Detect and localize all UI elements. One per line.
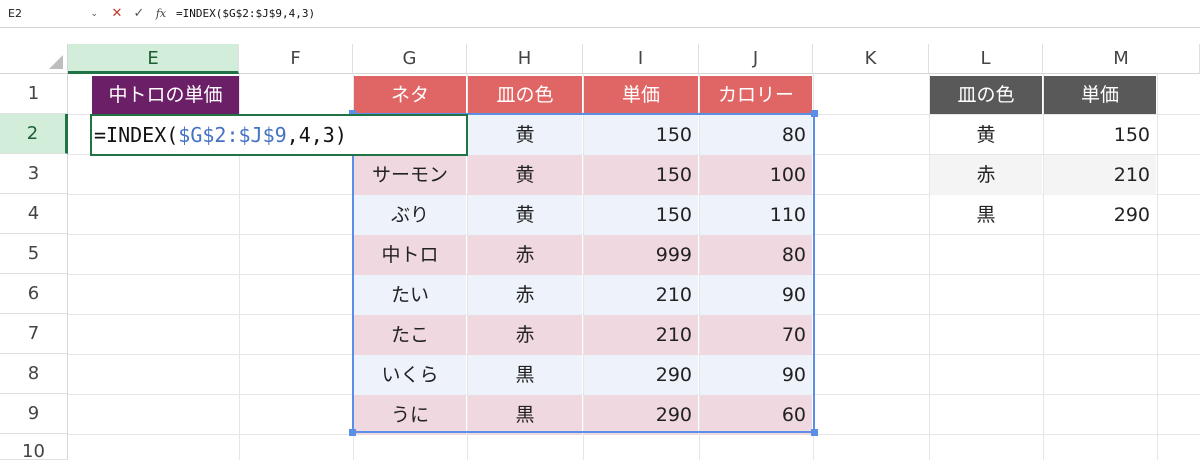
row-header-6[interactable]: 6 xyxy=(0,274,68,314)
row-header-2[interactable]: 2 xyxy=(0,114,68,154)
range-handle[interactable] xyxy=(349,429,356,436)
cell-j1[interactable]: カロリー xyxy=(700,76,812,114)
table-cell-kcal[interactable]: 90 xyxy=(700,275,812,315)
table-cell-price[interactable]: 210 xyxy=(1044,155,1156,195)
cell-i1[interactable]: 単価 xyxy=(584,76,698,114)
chevron-down-icon[interactable]: ⌄ xyxy=(90,4,98,24)
table-cell-color[interactable]: 赤 xyxy=(468,235,582,275)
table-cell-price[interactable]: 290 xyxy=(584,395,698,435)
table-cell-price[interactable]: 150 xyxy=(584,195,698,235)
name-box-value: E2 xyxy=(8,7,22,20)
range-handle[interactable] xyxy=(811,110,818,117)
range-handle[interactable] xyxy=(811,429,818,436)
column-header-m[interactable]: M xyxy=(1043,44,1200,74)
cell-e2-editor[interactable]: =INDEX($G$2:$J$9,4,3) xyxy=(90,114,468,156)
table-cell-price[interactable]: 210 xyxy=(584,315,698,355)
table-cell-neta[interactable]: サーモン xyxy=(354,155,466,195)
table-cell-kcal[interactable]: 110 xyxy=(700,195,812,235)
table-cell-neta[interactable]: ぶり xyxy=(354,195,466,235)
table-cell-price[interactable]: 290 xyxy=(1044,195,1156,235)
table-cell-kcal[interactable]: 80 xyxy=(700,235,812,275)
table-cell-kcal[interactable]: 90 xyxy=(700,355,812,395)
table-cell-kcal[interactable]: 80 xyxy=(700,115,812,155)
enter-icon[interactable]: ✓ xyxy=(130,4,148,24)
cell-e1[interactable]: 中トロの単価 xyxy=(92,76,239,114)
table-cell-color[interactable]: 黒 xyxy=(930,195,1042,235)
cell-h1[interactable]: 皿の色 xyxy=(468,76,582,114)
table-cell-color[interactable]: 黒 xyxy=(468,355,582,395)
table-cell-color[interactable]: 赤 xyxy=(468,275,582,315)
table-cell-color[interactable]: 赤 xyxy=(930,155,1042,195)
column-header-k[interactable]: K xyxy=(813,44,929,74)
row-header-10[interactable]: 10 xyxy=(0,434,68,460)
table-cell-neta[interactable]: たい xyxy=(354,275,466,315)
row-header-8[interactable]: 8 xyxy=(0,354,68,394)
table-cell-price[interactable]: 210 xyxy=(584,275,698,315)
row-header-7[interactable]: 7 xyxy=(0,314,68,354)
grid-line xyxy=(813,74,814,460)
table-cell-kcal[interactable]: 60 xyxy=(700,395,812,435)
table-cell-color[interactable]: 黄 xyxy=(468,195,582,235)
cell-g1[interactable]: ネタ xyxy=(354,76,466,114)
table-cell-kcal[interactable]: 100 xyxy=(700,155,812,195)
formula-prefix: =INDEX( xyxy=(94,123,179,147)
formula-suffix: ,4,3) xyxy=(286,123,347,147)
table-cell-color[interactable]: 黄 xyxy=(468,155,582,195)
table-cell-neta[interactable]: いくら xyxy=(354,355,466,395)
table-cell-price[interactable]: 150 xyxy=(584,155,698,195)
column-header-l[interactable]: L xyxy=(929,44,1043,74)
table-cell-color[interactable]: 黄 xyxy=(468,115,582,155)
column-header-g[interactable]: G xyxy=(353,44,467,74)
table-cell-price[interactable]: 150 xyxy=(1044,115,1156,155)
row-header-3[interactable]: 3 xyxy=(0,154,68,194)
cell-m1[interactable]: 単価 xyxy=(1044,76,1156,114)
row-header-9[interactable]: 9 xyxy=(0,394,68,434)
column-header-j[interactable]: J xyxy=(699,44,813,74)
table-cell-color[interactable]: 黒 xyxy=(468,395,582,435)
row-header-1[interactable]: 1 xyxy=(0,74,68,114)
table-cell-neta[interactable]: たこ xyxy=(354,315,466,355)
table-cell-color[interactable]: 赤 xyxy=(468,315,582,355)
column-header-i[interactable]: I xyxy=(583,44,699,74)
name-box[interactable]: E2 ⌄ xyxy=(4,4,100,24)
grid-line xyxy=(1157,74,1158,460)
row-header-4[interactable]: 4 xyxy=(0,194,68,234)
column-header-f[interactable]: F xyxy=(239,44,353,74)
table-cell-price[interactable]: 150 xyxy=(584,115,698,155)
table-cell-neta[interactable]: うに xyxy=(354,395,466,435)
table-cell-price[interactable]: 290 xyxy=(584,355,698,395)
select-all-icon xyxy=(49,55,63,69)
insert-function-icon[interactable]: fx xyxy=(152,4,170,24)
select-all-corner[interactable] xyxy=(0,44,68,74)
formula-bar: E2 ⌄ ✕ ✓ fx =INDEX($G$2:$J$9,4,3) xyxy=(0,0,1200,28)
table-cell-kcal[interactable]: 70 xyxy=(700,315,812,355)
cell-l1[interactable]: 皿の色 xyxy=(930,76,1042,114)
column-header-h[interactable]: H xyxy=(467,44,583,74)
table-cell-color[interactable]: 黄 xyxy=(930,115,1042,155)
table-cell-neta[interactable]: 中トロ xyxy=(354,235,466,275)
cancel-icon[interactable]: ✕ xyxy=(108,4,126,24)
row-header-5[interactable]: 5 xyxy=(0,234,68,274)
column-header-e[interactable]: E xyxy=(68,44,239,74)
formula-input[interactable]: =INDEX($G$2:$J$9,4,3) xyxy=(176,4,315,24)
formula-range-ref: $G$2:$J$9 xyxy=(178,123,287,147)
table-cell-price[interactable]: 999 xyxy=(584,235,698,275)
